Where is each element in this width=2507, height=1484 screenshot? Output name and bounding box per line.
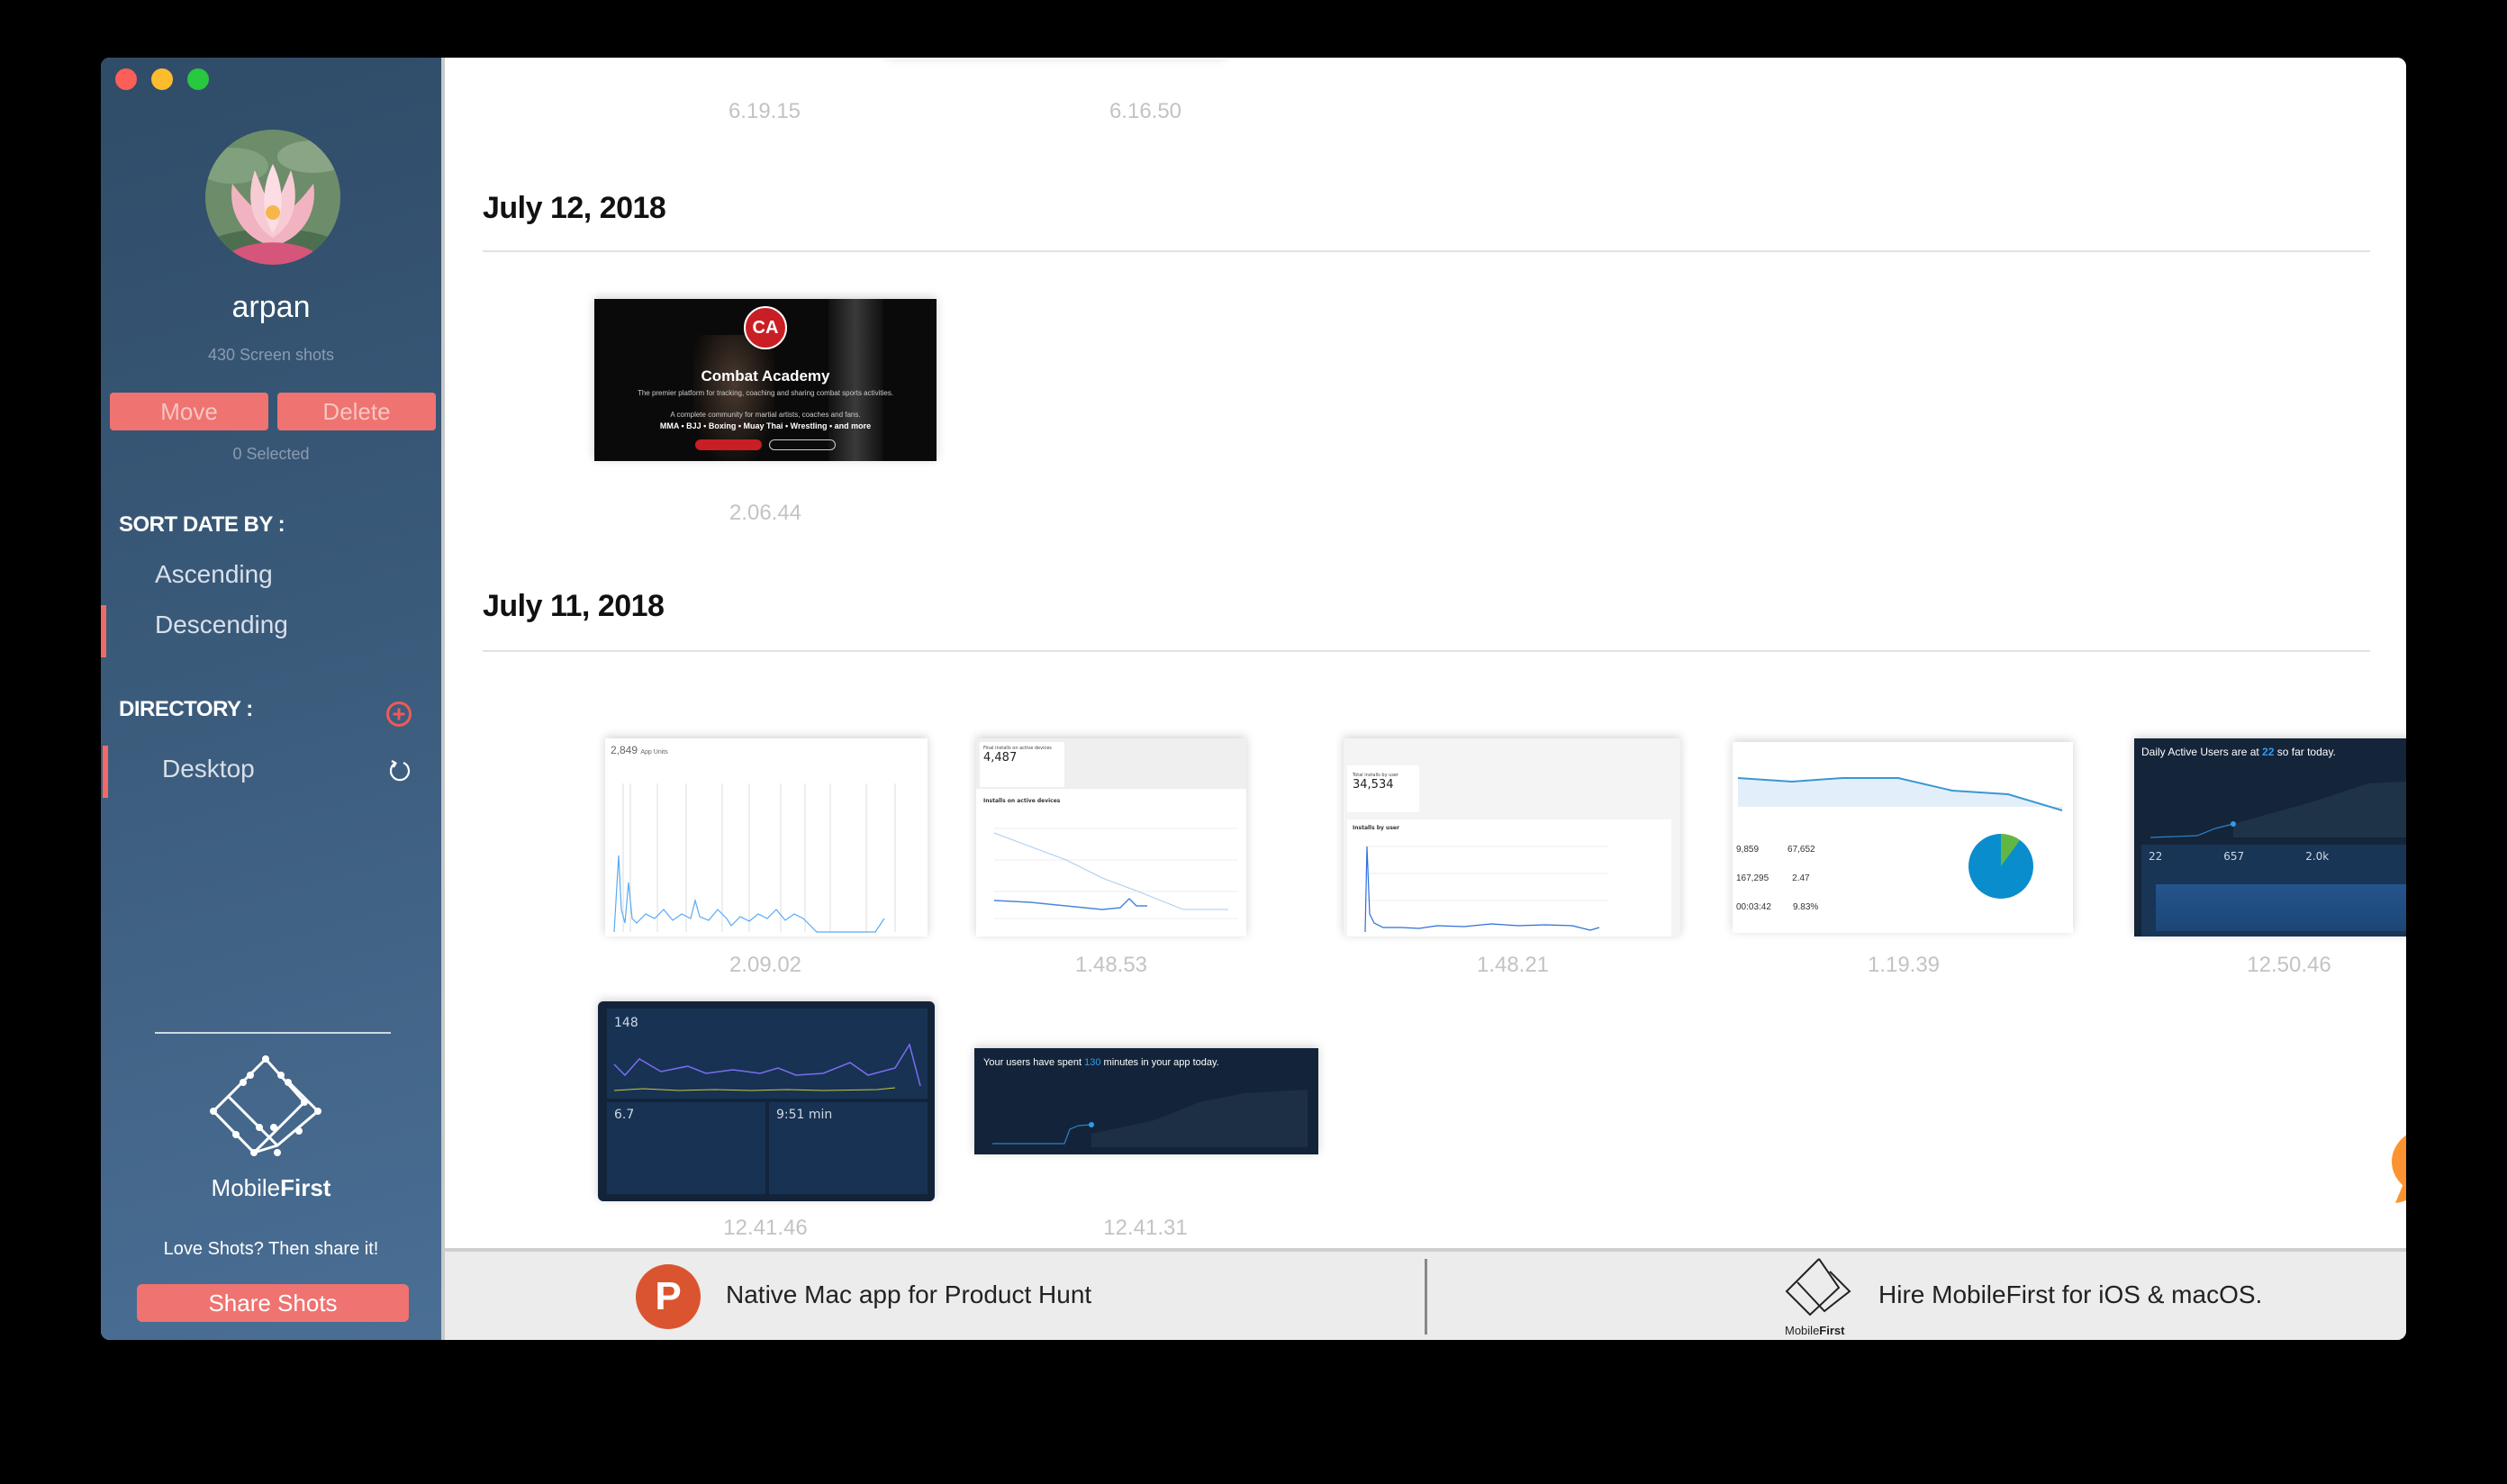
- combat-academy-logo: CA: [744, 306, 787, 349]
- thumbnail-chart: [613, 1043, 921, 1091]
- add-directory-icon[interactable]: [385, 701, 412, 728]
- thumbnail-content: [2156, 884, 2406, 931]
- screenshot-thumbnail[interactable]: Total installs by user 34,534 Installs b…: [1344, 738, 1680, 937]
- date-divider: [483, 650, 2370, 652]
- product-hunt-icon[interactable]: P: [636, 1264, 701, 1329]
- screenshot-thumbnail[interactable]: 148 6.7 9:51 min: [598, 1001, 935, 1201]
- screenshot-thumbnail[interactable]: 2,849 App Units: [605, 738, 928, 937]
- thumbnail-content: Final installs on active devices 4,487: [980, 742, 1064, 787]
- screenshot-time: 1.48.21: [1476, 953, 1550, 977]
- close-window-button[interactable]: [115, 68, 137, 90]
- thumbnail-subtitle: A complete community for martial artists…: [670, 411, 861, 419]
- thumbnail-subtitle: The premier platform for tracking, coach…: [637, 389, 894, 397]
- thumbnail-content: 6.7: [607, 1102, 765, 1194]
- move-button[interactable]: Move: [110, 393, 268, 430]
- thumbnail-content: [695, 439, 762, 450]
- hire-mobilefirst-link[interactable]: Hire MobileFirst for iOS & macOS.: [1878, 1280, 2262, 1309]
- thumbnail-chart-label: Installs by user: [1353, 825, 1399, 831]
- sort-ascending-option[interactable]: Ascending: [155, 560, 273, 589]
- thumbnail-pie: [1968, 834, 2033, 899]
- share-prompt: Love Shots? Then share it!: [163, 1239, 379, 1259]
- promo-footer: P Native Mac app for Product Hunt Mobile…: [445, 1248, 2406, 1340]
- hire-brand-text: MobileFirst: [1785, 1324, 1845, 1337]
- thumbnail-tags: MMA • BJJ • Boxing • Muay Thai • Wrestli…: [659, 421, 872, 430]
- screenshot-thumbnail[interactable]: Final installs on active devices 4,487 I…: [976, 738, 1246, 937]
- thumbnail-title: Combat Academy: [701, 367, 830, 385]
- thumbnail-metric: 6.7: [614, 1108, 635, 1122]
- screenshot-time: 12.41.31: [1103, 1216, 1188, 1240]
- thumbnail-metric: 9:51 min: [776, 1108, 833, 1122]
- screenshot-time: 6.19.15: [728, 99, 801, 123]
- screenshot-thumbnail[interactable]: Your users have spent 130 minutes in you…: [974, 1048, 1318, 1154]
- mobilefirst-logo-icon: [210, 1055, 321, 1156]
- thumbnail-headline: Your users have spent 130 minutes in you…: [983, 1057, 1219, 1068]
- username: arpan: [231, 290, 311, 324]
- screenshot-time: 12.41.46: [723, 1216, 808, 1240]
- directory-heading: DIRECTORY :: [119, 697, 253, 721]
- thumbnail-chart: [1737, 777, 2063, 811]
- directory-item-desktop[interactable]: Desktop: [162, 755, 255, 783]
- action-buttons: Move Delete: [110, 393, 436, 430]
- screenshot-time: 12.50.46: [2247, 953, 2331, 977]
- thumbnail-content: 22 657 2.0k: [2141, 845, 2406, 937]
- window-controls: [115, 68, 209, 90]
- footer-divider: [1425, 1259, 1427, 1335]
- thumbnail-kpi: 2,849 App Units: [611, 744, 668, 756]
- minimize-window-button[interactable]: [151, 68, 173, 90]
- screenshot-time: 1.19.39: [1867, 953, 1941, 977]
- date-header: July 11, 2018: [483, 589, 665, 623]
- delete-button[interactable]: Delete: [277, 393, 436, 430]
- thumbnail-chart: [993, 828, 1237, 919]
- thumbnail-content: [769, 439, 836, 450]
- refresh-icon[interactable]: [387, 758, 412, 783]
- product-hunt-link[interactable]: Native Mac app for Product Hunt: [726, 1280, 1091, 1309]
- thumbnail-kpi-label: Final installs on active devices: [983, 746, 1052, 751]
- screenshot-thumbnail[interactable]: Daily Active Users are at 22 so far toda…: [2134, 738, 2406, 937]
- app-window: arpan 430 Screen shots Move Delete 0 Sel…: [101, 58, 2406, 1340]
- thumbnail-content: Total installs by user 34,534: [1347, 765, 1419, 812]
- screenshot-thumbnail[interactable]: CA Combat Academy The premier platform f…: [594, 299, 937, 461]
- lotus-flower-icon: [205, 130, 340, 265]
- thumbnail-chart: [613, 783, 896, 933]
- thumbnail-content: 9:51 min: [769, 1102, 928, 1194]
- sidebar: arpan 430 Screen shots Move Delete 0 Sel…: [101, 58, 445, 1340]
- active-indicator: [101, 605, 106, 657]
- screenshot-gallery: 6.19.15 6.16.50 July 12, 2018 CA Combat …: [445, 58, 2406, 1248]
- share-shots-button[interactable]: Share Shots: [137, 1284, 409, 1322]
- sort-descending-option[interactable]: Descending: [155, 611, 288, 639]
- mobilefirst-wordmark: MobileFirst: [211, 1174, 331, 1201]
- thumbnail-chart: [1364, 846, 1608, 933]
- screenshot-time: 1.48.53: [1074, 953, 1148, 977]
- thumbnail-content: 148: [607, 1009, 928, 1099]
- mobilefirst-logo-icon[interactable]: MobileFirst: [1783, 1255, 1864, 1338]
- thumbnail-kpi-label: Total installs by user: [1353, 773, 1399, 778]
- chat-icon[interactable]: [2386, 1126, 2406, 1205]
- thumbnail-chart: [2150, 781, 2406, 838]
- maximize-window-button[interactable]: [187, 68, 209, 90]
- thumbnail-metrics: 22 657 2.0k: [2149, 850, 2330, 863]
- screenshot-time: 2.09.02: [729, 953, 802, 977]
- active-indicator: [103, 746, 108, 798]
- thumbnail-content: Installs by user: [1347, 819, 1671, 937]
- selected-count: 0 Selected: [232, 445, 310, 463]
- date-divider: [483, 250, 2370, 252]
- avatar[interactable]: [205, 130, 340, 265]
- screenshot-thumbnail[interactable]: [886, 58, 1226, 59]
- thumbnail-chart-label: Installs on active devices: [983, 798, 1061, 804]
- thumbnail-chart: [992, 1090, 1308, 1147]
- thumbnail-headline: Daily Active Users are at 22 so far toda…: [2141, 746, 2336, 758]
- thumbnail-stats: 9,859 67,652 167,295 2.47 00:03:42 9.83%: [1736, 845, 1819, 912]
- screenshot-thumbnail[interactable]: 9,859 67,652 167,295 2.47 00:03:42 9.83%: [1733, 742, 2073, 933]
- thumbnail-kpi: 34,534: [1353, 778, 1394, 792]
- date-header: July 12, 2018: [483, 191, 666, 225]
- sidebar-divider: [155, 1032, 391, 1034]
- screenshot-time: 6.16.50: [1109, 99, 1182, 123]
- thumbnail-metric: 148: [614, 1016, 638, 1030]
- thumbnail-kpi: 4,487: [983, 751, 1018, 765]
- sort-heading: SORT DATE BY :: [119, 512, 285, 537]
- screenshot-time: 2.06.44: [729, 501, 802, 525]
- screenshot-count: 430 Screen shots: [207, 346, 335, 364]
